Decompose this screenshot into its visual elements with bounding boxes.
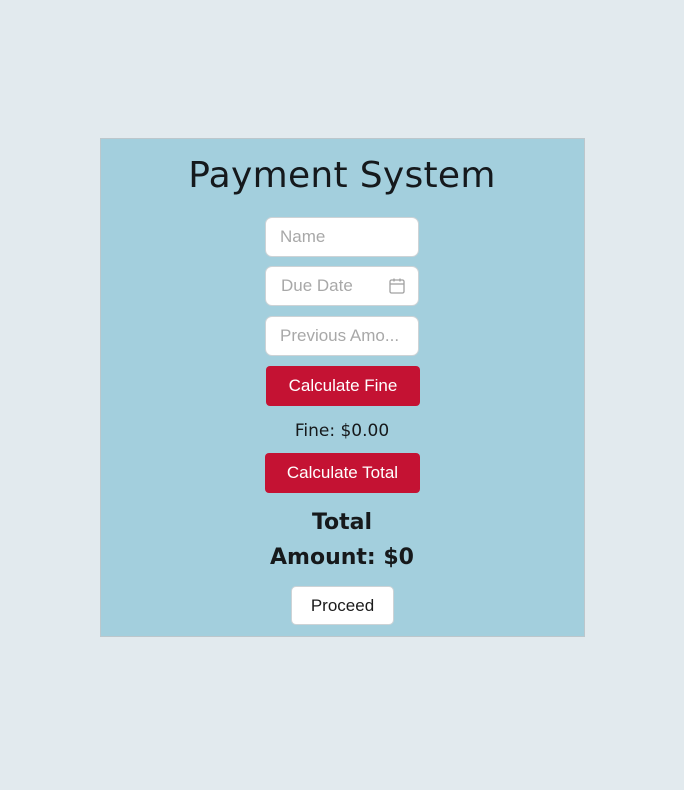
total-label-line1: Total [311, 510, 373, 535]
fine-result: Fine: $0.00 [294, 421, 390, 441]
page-title: Payment System [188, 155, 496, 196]
previous-amount-input[interactable] [265, 316, 419, 356]
calculate-total-button[interactable]: Calculate Total [265, 453, 420, 493]
total-amount: Total Amount: $0 [0, 505, 684, 575]
calculate-fine-button[interactable]: Calculate Fine [266, 366, 420, 406]
total-label-line2: Amount: $0 [270, 545, 414, 570]
due-date-placeholder: Due Date [281, 276, 353, 295]
calendar-icon[interactable] [388, 277, 406, 295]
proceed-button[interactable]: Proceed [291, 586, 394, 625]
name-input[interactable] [265, 217, 419, 257]
due-date-input[interactable]: Due Date [265, 266, 419, 306]
